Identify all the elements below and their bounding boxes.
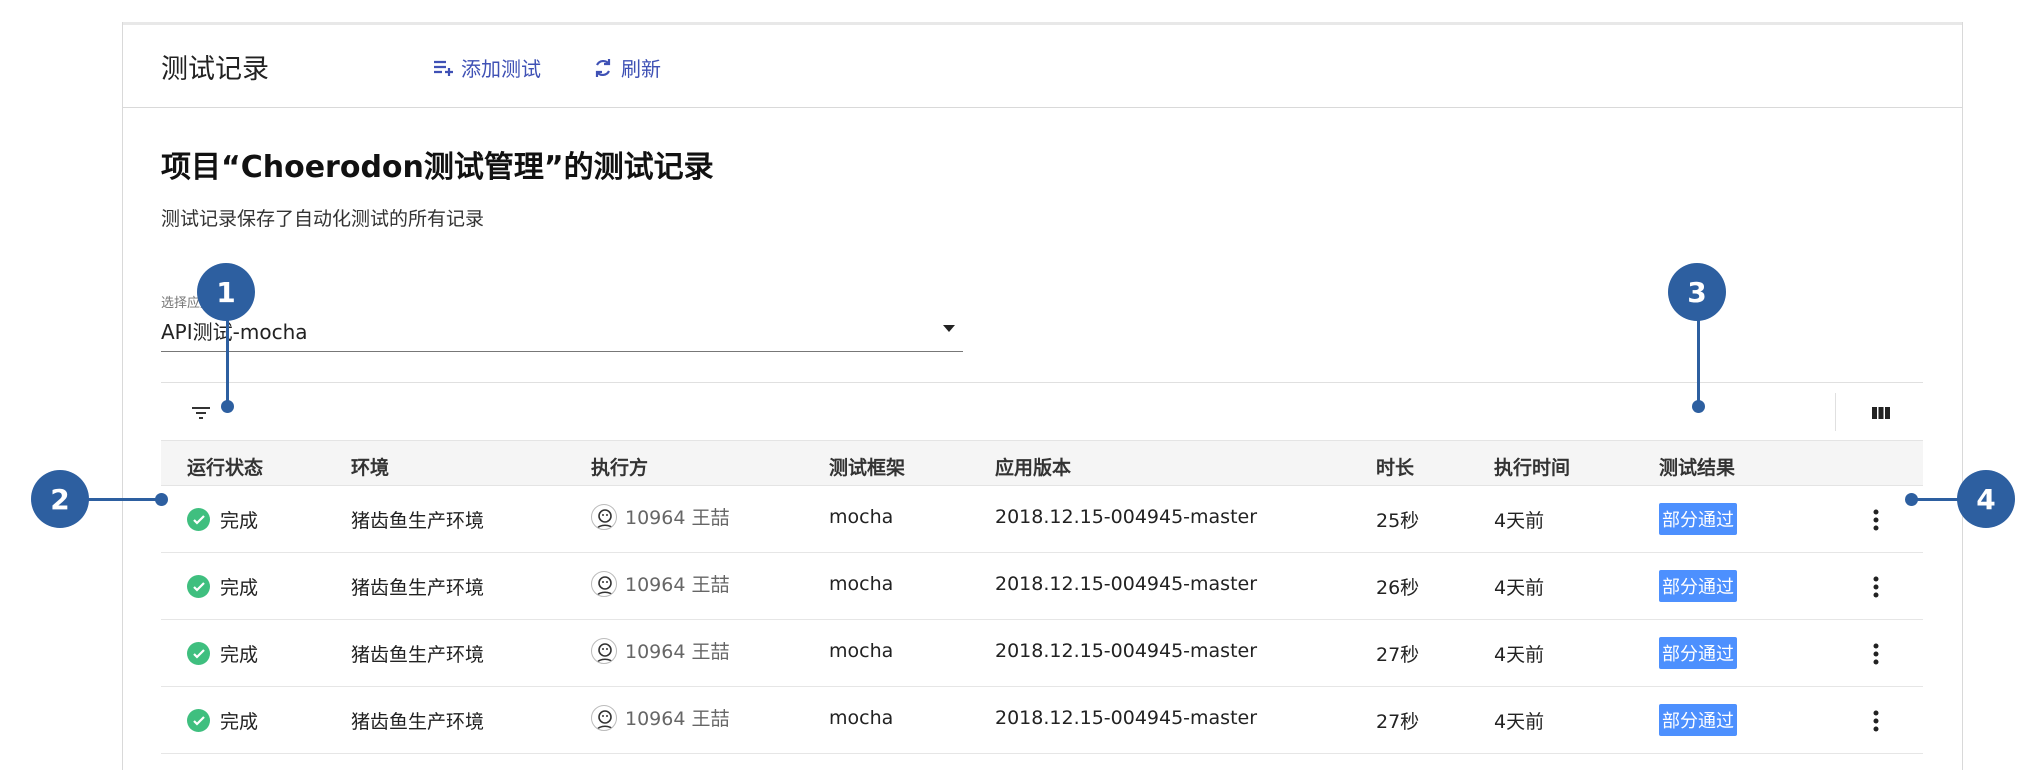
- status-text: 完成: [220, 644, 259, 666]
- page-description: 测试记录保存了自动化测试的所有记录: [161, 208, 485, 230]
- avatar: [591, 570, 617, 597]
- column-header-env[interactable]: 环境: [351, 453, 389, 480]
- callout-4-line: [1915, 498, 1960, 501]
- column-header-executor[interactable]: 执行方: [591, 453, 648, 480]
- columns-icon[interactable]: [1869, 401, 1893, 425]
- framework-cell: mocha: [829, 640, 894, 662]
- main-panel: 测试记录 添加测试 刷新 项目“Choerodon测试管理”的测试记录 测试记录…: [122, 22, 1963, 770]
- avatar: [591, 637, 617, 664]
- column-header-duration[interactable]: 时长: [1376, 453, 1414, 480]
- table-header: 运行状态 环境 执行方 测试框架 应用版本 时长 执行时间 测试结果: [161, 440, 1923, 486]
- callout-2-dot: [155, 493, 168, 506]
- exec-time-cell: 4天前: [1494, 644, 1545, 666]
- env-cell: 猪齿鱼生产环境: [351, 711, 485, 733]
- check-circle-icon: [187, 709, 210, 732]
- avatar: [591, 503, 617, 530]
- callout-2-line: [88, 498, 160, 501]
- executor-cell: 10964 王喆: [591, 503, 729, 530]
- refresh-button[interactable]: 刷新: [591, 53, 661, 82]
- version-cell: 2018.12.15-004945-master: [995, 640, 1258, 662]
- page-title: 项目“Choerodon测试管理”的测试记录: [161, 150, 714, 185]
- duration-cell: 27秒: [1376, 644, 1420, 666]
- env-cell: 猪齿鱼生产环境: [351, 510, 485, 532]
- result-badge: 部分通过: [1659, 637, 1737, 669]
- column-header-version[interactable]: 应用版本: [995, 453, 1071, 480]
- check-circle-icon: [187, 642, 210, 665]
- status-text: 完成: [220, 711, 259, 733]
- exec-time-cell: 4天前: [1494, 577, 1545, 599]
- column-header-result[interactable]: 测试结果: [1659, 453, 1735, 480]
- result-badge: 部分通过: [1659, 503, 1737, 535]
- table-row[interactable]: 完成 猪齿鱼生产环境 10964 王喆 mocha 2018.12.15-004…: [161, 486, 1923, 553]
- more-vertical-icon[interactable]: [1863, 572, 1889, 602]
- app-select[interactable]: 选择应用 API测试-mocha: [161, 292, 963, 352]
- caret-down-icon: [943, 325, 955, 332]
- status-text: 完成: [220, 577, 259, 599]
- check-circle-icon: [187, 508, 210, 531]
- status-text: 完成: [220, 510, 259, 532]
- more-vertical-icon[interactable]: [1863, 639, 1889, 669]
- table-toolbar: [161, 382, 1923, 440]
- app-select-value: API测试-mocha: [161, 320, 308, 344]
- header-title: 测试记录: [161, 54, 269, 85]
- avatar: [591, 704, 617, 731]
- callout-4-badge: 4: [1957, 470, 2015, 528]
- env-cell: 猪齿鱼生产环境: [351, 577, 485, 599]
- executor-name: 10964 王喆: [625, 708, 730, 730]
- add-test-button[interactable]: 添加测试: [431, 53, 541, 82]
- playlist-add-icon: [434, 60, 453, 76]
- column-header-status[interactable]: 运行状态: [187, 453, 263, 480]
- callout-1-badge: 1: [197, 263, 255, 321]
- executor-cell: 10964 王喆: [591, 570, 729, 597]
- table-row[interactable]: 完成 猪齿鱼生产环境 10964 王喆 mocha 2018.12.15-004…: [161, 553, 1923, 620]
- more-vertical-icon[interactable]: [1863, 505, 1889, 535]
- result-badge: 部分通过: [1659, 570, 1737, 602]
- version-cell: 2018.12.15-004945-master: [995, 573, 1258, 595]
- executor-name: 10964 王喆: [625, 641, 730, 663]
- callout-1-dot: [221, 400, 234, 413]
- executor-cell: 10964 王喆: [591, 704, 729, 731]
- check-circle-icon: [187, 575, 210, 598]
- refresh-label: 刷新: [621, 57, 661, 81]
- status-cell: 完成: [187, 573, 258, 600]
- version-cell: 2018.12.15-004945-master: [995, 506, 1258, 528]
- executor-name: 10964 王喆: [625, 507, 730, 529]
- exec-time-cell: 4天前: [1494, 711, 1545, 733]
- callout-3-badge: 3: [1668, 263, 1726, 321]
- more-vertical-icon[interactable]: [1863, 706, 1889, 736]
- page-header: 测试记录 添加测试 刷新: [123, 25, 1962, 108]
- column-header-framework[interactable]: 测试框架: [829, 453, 905, 480]
- status-cell: 完成: [187, 506, 258, 533]
- executor-name: 10964 王喆: [625, 574, 730, 596]
- version-cell: 2018.12.15-004945-master: [995, 707, 1258, 729]
- executor-cell: 10964 王喆: [591, 637, 729, 664]
- callout-4-dot: [1905, 493, 1918, 506]
- filter-icon[interactable]: [189, 401, 213, 425]
- add-test-label: 添加测试: [461, 57, 541, 81]
- duration-cell: 25秒: [1376, 510, 1420, 532]
- callout-3-dot: [1692, 400, 1705, 413]
- toolbar-divider: [1835, 393, 1836, 431]
- callout-2-badge: 2: [31, 470, 89, 528]
- table-row[interactable]: 完成 猪齿鱼生产环境 10964 王喆 mocha 2018.12.15-004…: [161, 687, 1923, 754]
- column-header-exec-time[interactable]: 执行时间: [1494, 453, 1570, 480]
- duration-cell: 27秒: [1376, 711, 1420, 733]
- framework-cell: mocha: [829, 707, 894, 729]
- table-row[interactable]: 完成 猪齿鱼生产环境 10964 王喆 mocha 2018.12.15-004…: [161, 620, 1923, 687]
- duration-cell: 26秒: [1376, 577, 1420, 599]
- framework-cell: mocha: [829, 573, 894, 595]
- framework-cell: mocha: [829, 506, 894, 528]
- env-cell: 猪齿鱼生产环境: [351, 644, 485, 666]
- status-cell: 完成: [187, 640, 258, 667]
- exec-time-cell: 4天前: [1494, 510, 1545, 532]
- status-cell: 完成: [187, 707, 258, 734]
- result-badge: 部分通过: [1659, 704, 1737, 736]
- refresh-icon: [595, 58, 611, 77]
